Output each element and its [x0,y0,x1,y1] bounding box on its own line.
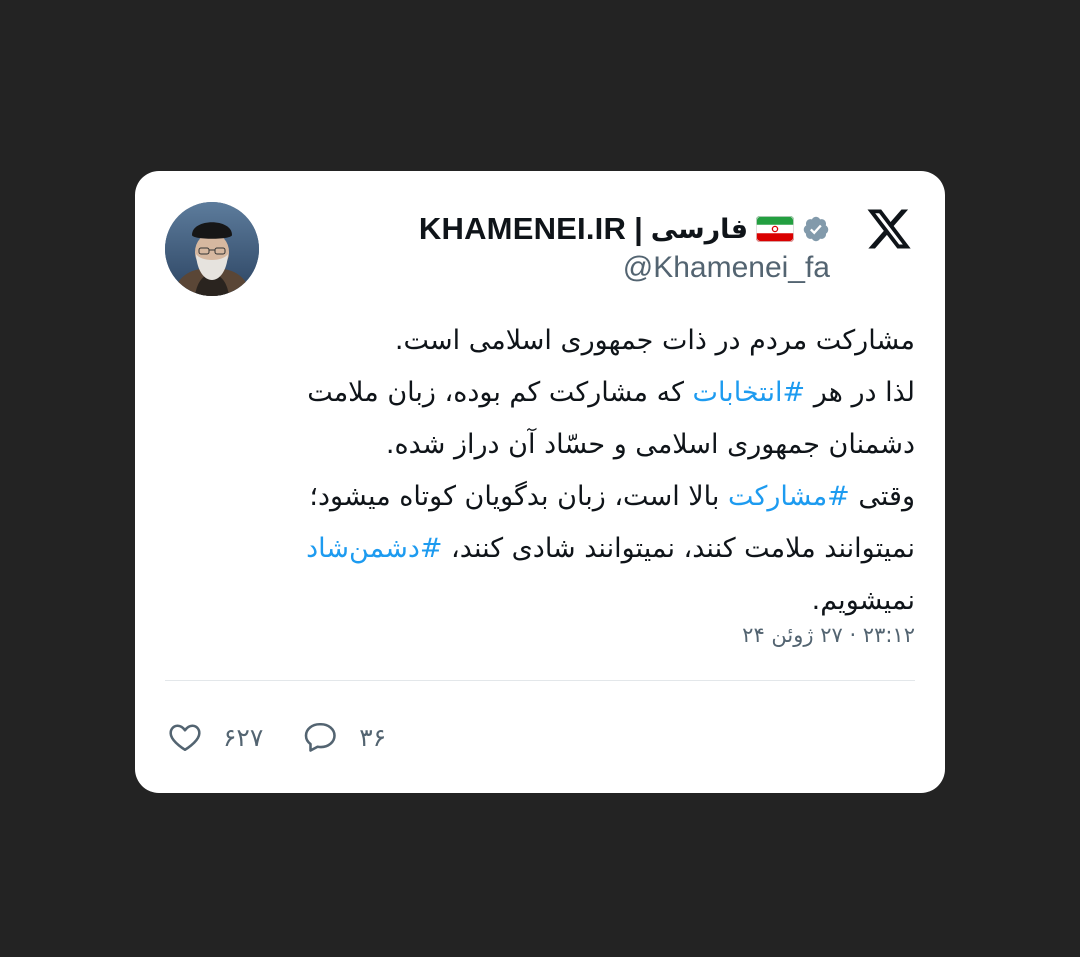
author-handle[interactable]: @Khamenei_fa [623,251,830,285]
tweet-line-6: نمیشویم. [811,585,915,616]
tweet-text-segment: بالا است، زبان بدگویان کوتاه میشود؛ [309,481,728,512]
reply-bubble-icon [305,722,337,752]
hashtag-link[interactable]: #انتخابات [693,377,806,408]
iran-flag-icon [756,216,794,242]
heart-icon [169,724,201,752]
tweet-actions: ۶۲۷ ۳۶ [167,717,426,757]
tweet-line-3: دشمنان جمهوری اسلامی و حسّاد آن دراز شده… [385,429,915,460]
avatar[interactable] [165,202,259,296]
like-button[interactable]: ۶۲۷ [167,719,263,755]
tweet-timestamp[interactable]: ۲۳:۱۲ · ۲۷ ژوئن ۲۴ [742,623,915,647]
reply-button[interactable]: ۳۶ [303,719,386,755]
language-label: فارسی [650,213,748,245]
tweet-text-segment: نمیتوانند ملامت کنند، نمیتوانند شادی کنن… [442,533,915,564]
tweet-line-5: نمیتوانند ملامت کنند، نمیتوانند شادی کنن… [155,523,915,575]
author-name[interactable]: KHAMENEI.IR [419,211,626,247]
likes-count: ۶۲۷ [223,722,264,752]
tweet-text-segment: وقتی [849,481,915,512]
hashtag-link[interactable]: #دشمن‌شاد [306,533,442,564]
divider [165,680,915,681]
x-logo-icon[interactable] [865,205,913,253]
author-header[interactable]: KHAMENEI.IR | فارسی [419,209,830,249]
replies-count: ۳۶ [359,722,387,752]
avatar-image [165,202,259,296]
tweet-line-4: وقتی #مشارکت بالا است، زبان بدگویان کوتا… [155,471,915,523]
tweet-line-2: لذا در هر #انتخابات که مشارکت کم بوده، ز… [155,367,915,419]
tweet-text-segment: که مشارکت کم بوده، زبان ملامت [307,377,693,408]
hashtag-link[interactable]: #مشارکت [728,481,850,512]
verified-badge-icon [802,215,830,243]
name-separator: | [634,211,643,246]
tweet-card: KHAMENEI.IR | فارسی @Khamenei_fa مشارکت … [135,171,945,793]
tweet-text: مشارکت مردم در ذات جمهوری اسلامی است. لذ… [155,315,915,627]
tweet-line-1: مشارکت مردم در ذات جمهوری اسلامی است. [394,325,915,356]
tweet-text-segment: لذا در هر [805,377,915,408]
